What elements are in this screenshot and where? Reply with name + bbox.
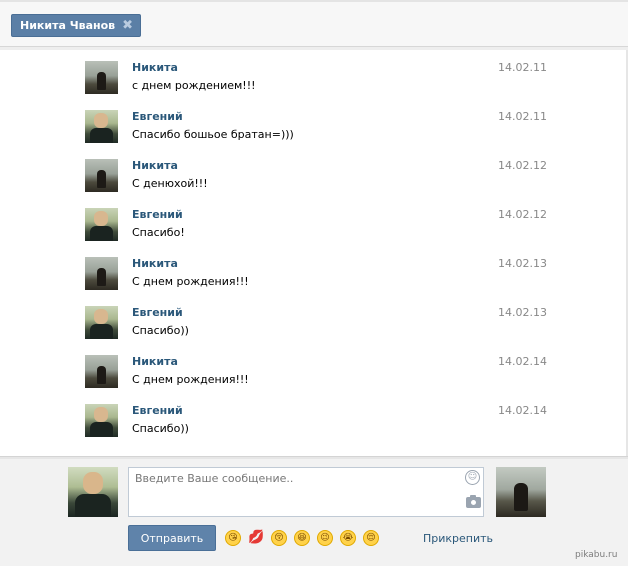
relieved-icon[interactable]: 😌 [363, 530, 379, 546]
chat-tab-label: Никита Чванов [20, 19, 116, 32]
message-history[interactable]: Никита с днем рождением!!! 14.02.11 Евгений… [0, 50, 628, 456]
message-author[interactable]: Евгений [132, 110, 183, 123]
avatar[interactable] [85, 306, 118, 339]
lips-icon[interactable]: 💋 [248, 530, 264, 546]
message-row: Евгений Спасибо)) 14.02.14 [85, 404, 547, 444]
message-author[interactable]: Никита [132, 355, 178, 368]
kissing-icon[interactable]: 😚 [271, 530, 287, 546]
message-row: Евгений Спасибо бошьое братан=))) 14.02.11 [85, 110, 547, 150]
camera-icon[interactable] [466, 495, 481, 508]
message-row: Евгений Спасибо)) 14.02.13 [85, 306, 547, 346]
message-text: Спасибо бошьое братан=))) [132, 128, 294, 141]
message-author[interactable]: Евгений [132, 404, 183, 417]
message-composer: Введите Ваше сообщение.. ☺ Отправить 😘 💋 😚… [0, 456, 628, 566]
message-row: Никита С днем рождения!!! 14.02.13 [85, 257, 547, 297]
laugh-icon[interactable]: 😆 [294, 530, 310, 546]
message-text: С днем рождения!!! [132, 373, 249, 386]
send-button[interactable]: Отправить [128, 525, 216, 551]
message-row: Евгений Спасибо! 14.02.12 [85, 208, 547, 248]
message-text: Спасибо)) [132, 324, 189, 337]
message-date[interactable]: 14.02.14 [498, 355, 547, 368]
message-row: Никита С днем рождения!!! 14.02.14 [85, 355, 547, 395]
message-author[interactable]: Никита [132, 257, 178, 270]
watermark: pikabu.ru [575, 550, 618, 560]
avatar[interactable] [85, 257, 118, 290]
composer-divider [0, 457, 628, 459]
message-input[interactable]: Введите Ваше сообщение.. [128, 467, 484, 517]
message-text: Спасибо! [132, 226, 185, 239]
avatar[interactable] [85, 110, 118, 143]
message-date[interactable]: 14.02.13 [498, 306, 547, 319]
avatar[interactable] [85, 208, 118, 241]
message-date[interactable]: 14.02.13 [498, 257, 547, 270]
message-text: С днем рождения!!! [132, 275, 249, 288]
message-row: Никита С денюхой!!! 14.02.12 [85, 159, 547, 199]
top-divider [0, 0, 628, 2]
kiss-icon[interactable]: 😘 [225, 530, 241, 546]
wink-icon[interactable]: 😉 [317, 530, 333, 546]
message-date[interactable]: 14.02.11 [498, 61, 547, 74]
avatar[interactable] [85, 159, 118, 192]
avatar[interactable] [85, 355, 118, 388]
message-date[interactable]: 14.02.11 [498, 110, 547, 123]
close-icon[interactable]: ✖ [122, 19, 133, 32]
chat-tab-nikita[interactable]: Никита Чванов ✖ [11, 14, 142, 37]
message-author[interactable]: Никита [132, 159, 178, 172]
crying-icon[interactable]: 😭 [340, 530, 356, 546]
chat-tab-bar: Никита Чванов ✖ [0, 0, 628, 50]
message-date[interactable]: 14.02.12 [498, 208, 547, 221]
message-date[interactable]: 14.02.12 [498, 159, 547, 172]
message-text: с днем рождением!!! [132, 79, 256, 92]
smiley-icon[interactable]: ☺ [465, 470, 480, 485]
my-avatar[interactable] [68, 467, 118, 517]
attach-link[interactable]: Прикрепить [423, 532, 493, 545]
message-text: Спасибо)) [132, 422, 189, 435]
peer-avatar[interactable] [496, 467, 546, 517]
message-row: Никита с днем рождением!!! 14.02.11 [85, 61, 547, 101]
avatar[interactable] [85, 61, 118, 94]
message-date[interactable]: 14.02.14 [498, 404, 547, 417]
avatar[interactable] [85, 404, 118, 437]
message-author[interactable]: Евгений [132, 306, 183, 319]
message-text: С денюхой!!! [132, 177, 208, 190]
message-author[interactable]: Никита [132, 61, 178, 74]
message-author[interactable]: Евгений [132, 208, 183, 221]
message-input-placeholder: Введите Ваше сообщение.. [135, 472, 294, 485]
